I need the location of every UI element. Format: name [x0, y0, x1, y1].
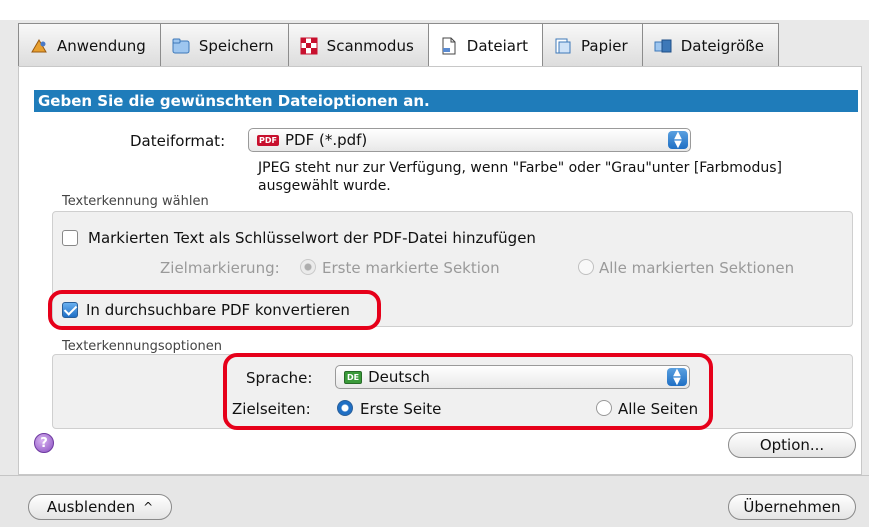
apply-button[interactable]: Übernehmen — [728, 494, 856, 520]
help-icon[interactable]: ? — [34, 433, 54, 453]
highlight-searchable-pdf — [48, 290, 381, 330]
hide-button-label: Ausblenden — [46, 498, 136, 516]
file-size-icon — [653, 36, 673, 56]
hide-button[interactable]: Ausblenden ^ — [28, 494, 172, 520]
tab-scanmodus[interactable]: Scanmodus — [287, 23, 429, 67]
target-all-radio[interactable] — [578, 259, 594, 275]
tab-dateiart[interactable]: Dateiart — [427, 23, 544, 67]
tab-dateigroesse[interactable]: Dateigröße — [641, 23, 779, 67]
file-format-select[interactable]: PDF PDF (*.pdf) ▲ ▼ — [248, 128, 691, 152]
ocr-group-title: Texterkennung wählen — [62, 194, 209, 209]
keyword-checkbox[interactable] — [62, 230, 78, 246]
application-icon — [29, 36, 49, 56]
highlight-ocr-options — [223, 353, 713, 430]
document-icon — [439, 36, 459, 56]
file-format-note-line1: JPEG steht nur zur Verfügung, wenn "Farb… — [258, 160, 783, 176]
file-format-label: Dateiformat: — [130, 132, 226, 150]
scan-mode-icon — [299, 36, 319, 56]
pdf-icon: PDF — [257, 134, 279, 146]
section-header: Geben Sie die gewünschten Dateioptionen … — [34, 90, 858, 112]
popup-arrows-icon: ▲ ▼ — [668, 131, 688, 150]
target-all-label: Alle markierten Sektionen — [599, 259, 795, 277]
target-first-radio[interactable] — [300, 259, 316, 275]
paper-icon — [553, 36, 573, 56]
keyword-checkbox-label: Markierten Text als Schlüsselwort der PD… — [88, 229, 536, 247]
option-button[interactable]: Option... — [728, 432, 856, 458]
target-marking-label: Zielmarkierung: — [160, 259, 280, 277]
file-format-note-line2: ausgewählt wurde. — [258, 178, 391, 194]
tab-speichern[interactable]: Speichern — [159, 23, 289, 67]
folder-icon — [171, 36, 191, 56]
target-first-label: Erste markierte Sektion — [322, 259, 500, 277]
tab-bar: Anwendung Speichern Scanmodus Dateiart P… — [18, 23, 779, 67]
file-format-value: PDF (*.pdf) — [284, 131, 368, 149]
chevron-up-icon: ^ — [143, 500, 154, 514]
ocr-options-title: Texterkennungsoptionen — [62, 339, 223, 354]
tab-anwendung[interactable]: Anwendung — [18, 23, 161, 67]
tab-papier[interactable]: Papier — [542, 23, 643, 67]
